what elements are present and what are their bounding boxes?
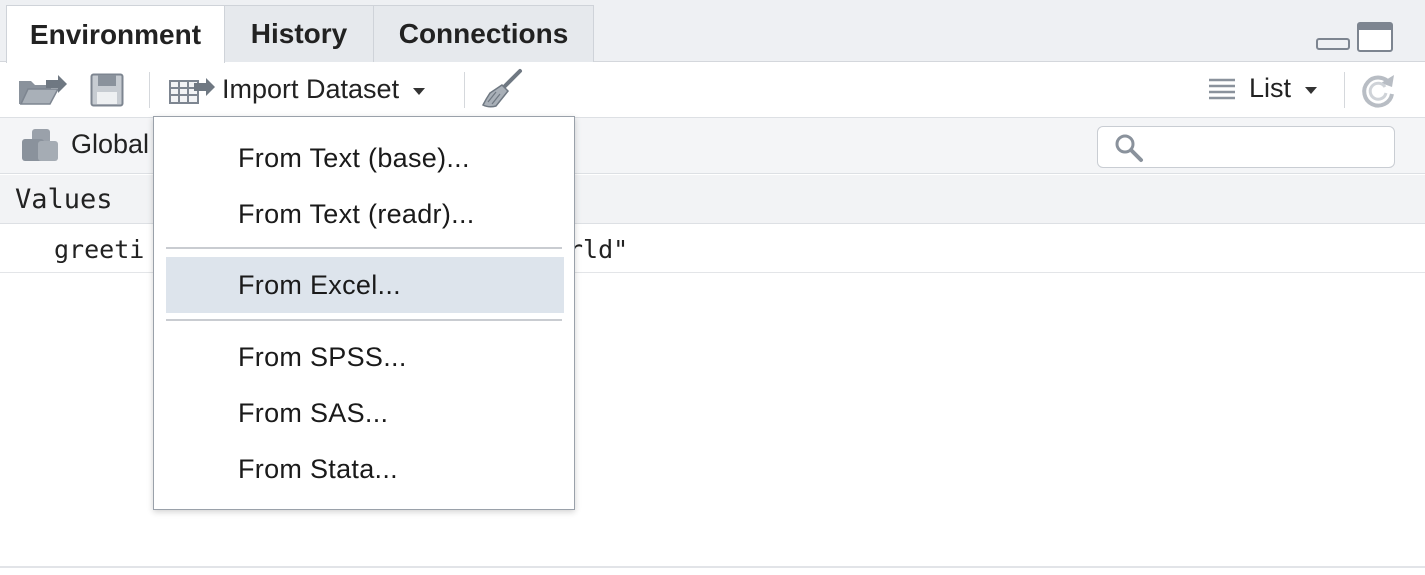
tab-environment[interactable]: Environment: [6, 5, 225, 63]
import-dataset-menu: From Text (base)... From Text (readr)...…: [153, 116, 575, 510]
view-mode-dropdown[interactable]: List: [1207, 73, 1318, 104]
values-section-title: Values: [15, 184, 113, 215]
menu-item-from-text-base[interactable]: From Text (base)...: [166, 130, 564, 186]
toolbar-separator: [464, 72, 465, 108]
chevron-down-icon: [413, 87, 426, 95]
environment-toolbar: Import Dataset List: [0, 62, 1425, 118]
clear-workspace-button[interactable]: [480, 68, 524, 110]
menu-separator: [166, 319, 562, 321]
environment-pane: Environment History Connections Import D…: [0, 0, 1425, 575]
folder-open-arrow-icon: [19, 75, 67, 105]
minimize-pane-button[interactable]: [1316, 38, 1350, 50]
broom-icon: [481, 69, 522, 108]
pane-bottom-border: [0, 566, 1425, 568]
toolbar-separator: [149, 72, 150, 108]
menu-item-from-text-readr[interactable]: From Text (readr)...: [166, 186, 564, 242]
maximize-pane-button[interactable]: [1357, 22, 1393, 52]
environment-search: [1097, 126, 1395, 168]
tab-history[interactable]: History: [224, 5, 374, 62]
list-view-icon: [1209, 78, 1235, 99]
view-mode-label: List: [1249, 73, 1292, 103]
table-arrow-icon: [169, 78, 215, 104]
import-dataset-label: Import Dataset: [222, 73, 400, 104]
save-workspace-button[interactable]: [90, 73, 124, 107]
floppy-disk-icon: [90, 73, 124, 107]
tab-connections[interactable]: Connections: [373, 5, 594, 62]
menu-item-from-spss[interactable]: From SPSS...: [166, 329, 564, 385]
variable-value: rld": [568, 235, 629, 264]
stack-cubes-icon: [22, 129, 58, 161]
toolbar-separator: [1344, 72, 1345, 108]
search-input[interactable]: [1140, 133, 1380, 161]
menu-item-from-stata[interactable]: From Stata...: [166, 441, 564, 497]
variable-name: greeti: [54, 235, 145, 264]
import-dataset-button[interactable]: Import Dataset: [168, 71, 426, 107]
menu-item-from-sas[interactable]: From SAS...: [166, 385, 564, 441]
tab-strip: Environment History Connections: [0, 0, 1425, 63]
environment-selector-label[interactable]: Global: [71, 129, 149, 160]
menu-separator: [166, 247, 562, 249]
refresh-button[interactable]: [1358, 70, 1398, 110]
load-workspace-button[interactable]: [16, 72, 68, 108]
environment-selector[interactable]: [20, 127, 60, 163]
menu-item-from-excel[interactable]: From Excel...: [166, 257, 564, 313]
refresh-icon: [1362, 75, 1394, 108]
chevron-down-icon: [1305, 87, 1318, 94]
